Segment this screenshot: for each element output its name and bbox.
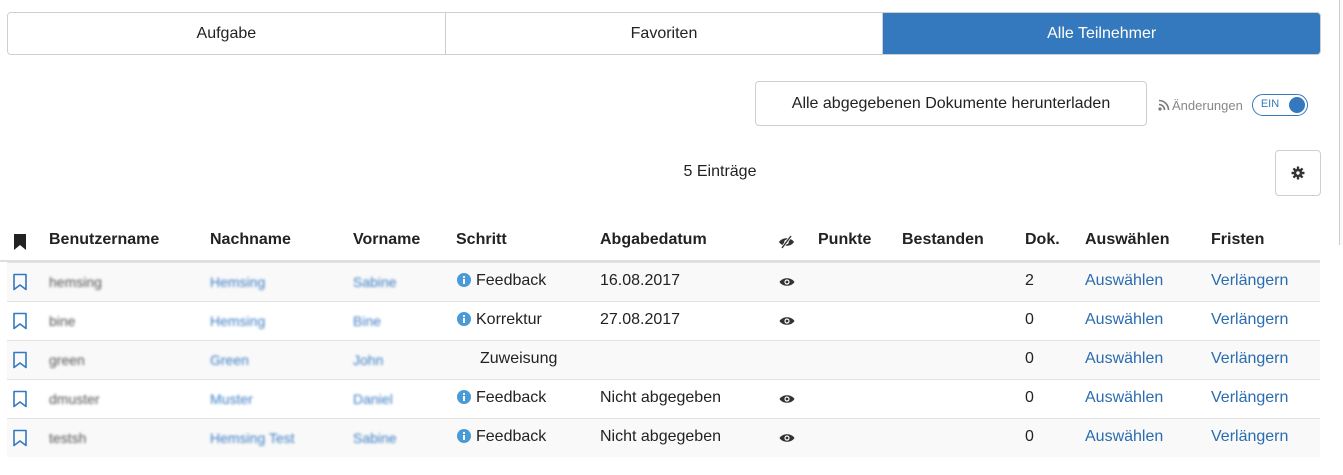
extend-deadline-link[interactable]: Verlängern [1211, 389, 1288, 407]
extend-deadline-link[interactable]: Verlängern [1211, 272, 1288, 290]
eye-icon[interactable] [779, 393, 795, 405]
select-link[interactable]: Auswählen [1085, 350, 1163, 368]
info-icon [457, 429, 471, 443]
cell-lastname-link[interactable]: Hemsing [210, 274, 265, 290]
table-row: green Green John Zuweisung 0 Auswählen Verläng… [7, 340, 1320, 379]
step-label: Zuweisung [480, 350, 558, 367]
bookmark-outline-icon[interactable] [12, 390, 28, 408]
cell-step: Korrektur [457, 311, 542, 329]
cell-step: Feedback [457, 272, 546, 290]
tab-bar: Aufgabe Favoriten Alle Teilnehmer [7, 12, 1321, 55]
header-vorname[interactable]: Vorname [353, 231, 420, 249]
cell-username: hemsing [49, 274, 102, 290]
view-submission[interactable] [779, 431, 795, 449]
cell-firstname-link[interactable]: Bine [353, 313, 381, 329]
cell-date: 16.08.2017 [600, 272, 681, 289]
cell-username: green [49, 352, 85, 368]
cell-lastname-link[interactable]: Green [210, 352, 249, 368]
cell-username: testsh [49, 430, 87, 446]
cell-docs: 0 [1025, 311, 1034, 328]
window-edge [1339, 0, 1343, 245]
header-fristen[interactable]: Fristen [1211, 231, 1264, 249]
cell-lastname-link[interactable]: Muster [210, 391, 253, 407]
tab-alle-teilnehmer[interactable]: Alle Teilnehmer [882, 13, 1320, 54]
info-icon [457, 390, 471, 404]
header-dok[interactable]: Dok. [1025, 231, 1060, 249]
cell-step: Feedback [457, 389, 546, 407]
toggle-knob [1288, 97, 1305, 113]
cell-docs: 0 [1025, 428, 1034, 445]
extend-deadline-link[interactable]: Verlängern [1211, 311, 1288, 329]
header-nachname[interactable]: Nachname [210, 231, 291, 249]
cell-firstname-link[interactable]: Sabine [353, 274, 397, 290]
select-link[interactable]: Auswählen [1085, 428, 1163, 446]
gear-icon [1291, 166, 1305, 180]
bookmark-outline-icon[interactable] [12, 351, 28, 369]
step-label: Feedback [476, 389, 547, 406]
extend-deadline-link[interactable]: Verlängern [1211, 428, 1288, 446]
changes-toggle[interactable]: EIN [1251, 94, 1308, 116]
cell-date: Nicht abgegeben [600, 428, 721, 445]
cell-step: Feedback [457, 428, 546, 446]
settings-button[interactable] [1275, 150, 1321, 196]
cell-firstname-link[interactable]: John [353, 352, 383, 368]
bookmark-outline-icon[interactable] [12, 429, 28, 447]
download-all-documents-button[interactable]: Alle abgegebenen Dokumente herunterladen [755, 81, 1147, 126]
header-schritt[interactable]: Schritt [456, 231, 507, 249]
table-row: hemsing Hemsing Sabine Feedback 16.08.2017 2 A… [7, 262, 1320, 301]
toggle-label: EIN [1260, 98, 1280, 110]
step-label: Feedback [476, 428, 547, 445]
cell-lastname-link[interactable]: Hemsing [210, 313, 265, 329]
table-row: dmuster Muster Daniel Feedback Nicht abgegeb… [7, 379, 1320, 418]
info-icon [457, 273, 471, 287]
rss-icon [1158, 99, 1170, 111]
cell-docs: 0 [1025, 389, 1034, 406]
bookmark-outline-icon[interactable] [12, 273, 28, 291]
table-row: bine Hemsing Bine Korrektur 27.08.2017 0 Auswä… [7, 301, 1320, 340]
header-bestanden[interactable]: Bestanden [902, 231, 984, 249]
tab-aufgabe[interactable]: Aufgabe [8, 13, 445, 54]
extend-deadline-link[interactable]: Verlängern [1211, 350, 1288, 368]
info-icon [457, 312, 471, 326]
bookmark-outline-icon[interactable] [12, 312, 28, 330]
step-label: Feedback [476, 272, 547, 289]
view-submission[interactable] [779, 314, 795, 332]
cell-username: dmuster [49, 391, 100, 407]
header-benutzername[interactable]: Benutzername [49, 231, 159, 249]
header-punkte[interactable]: Punkte [818, 231, 871, 249]
cell-date: 27.08.2017 [600, 311, 681, 328]
changes-feed: Änderungen EIN [1158, 93, 1308, 117]
tab-favoriten[interactable]: Favoriten [444, 13, 883, 54]
select-link[interactable]: Auswählen [1085, 272, 1163, 290]
cell-firstname-link[interactable]: Sabine [353, 430, 397, 446]
cell-docs: 2 [1025, 272, 1034, 289]
eye-icon[interactable] [779, 276, 795, 288]
eye-icon[interactable] [779, 315, 795, 327]
step-label: Korrektur [476, 311, 542, 328]
cell-firstname-link[interactable]: Daniel [353, 391, 393, 407]
view-submission[interactable] [779, 275, 795, 293]
table-header: Benutzername Nachname Vorname Schritt Ab… [0, 222, 1320, 262]
cell-username: bine [49, 313, 76, 329]
view-submission[interactable] [779, 392, 795, 410]
table-row: testsh Hemsing Test Sabine Feedback Nicht ab… [7, 418, 1320, 457]
select-link[interactable]: Auswählen [1085, 311, 1163, 329]
cell-docs: 0 [1025, 350, 1034, 367]
eye-slash-icon [779, 235, 794, 249]
header-abgabedatum[interactable]: Abgabedatum [600, 231, 707, 249]
changes-label: Änderungen [1172, 97, 1243, 113]
cell-step: Zuweisung [480, 350, 557, 368]
bookmark-icon [14, 234, 26, 250]
select-link[interactable]: Auswählen [1085, 389, 1163, 407]
eye-icon[interactable] [779, 432, 795, 444]
cell-date: Nicht abgegeben [600, 389, 721, 406]
header-auswaehlen[interactable]: Auswählen [1085, 231, 1169, 249]
entries-count: 5 Einträge [683, 163, 757, 180]
cell-lastname-link[interactable]: Hemsing Test [210, 430, 295, 446]
